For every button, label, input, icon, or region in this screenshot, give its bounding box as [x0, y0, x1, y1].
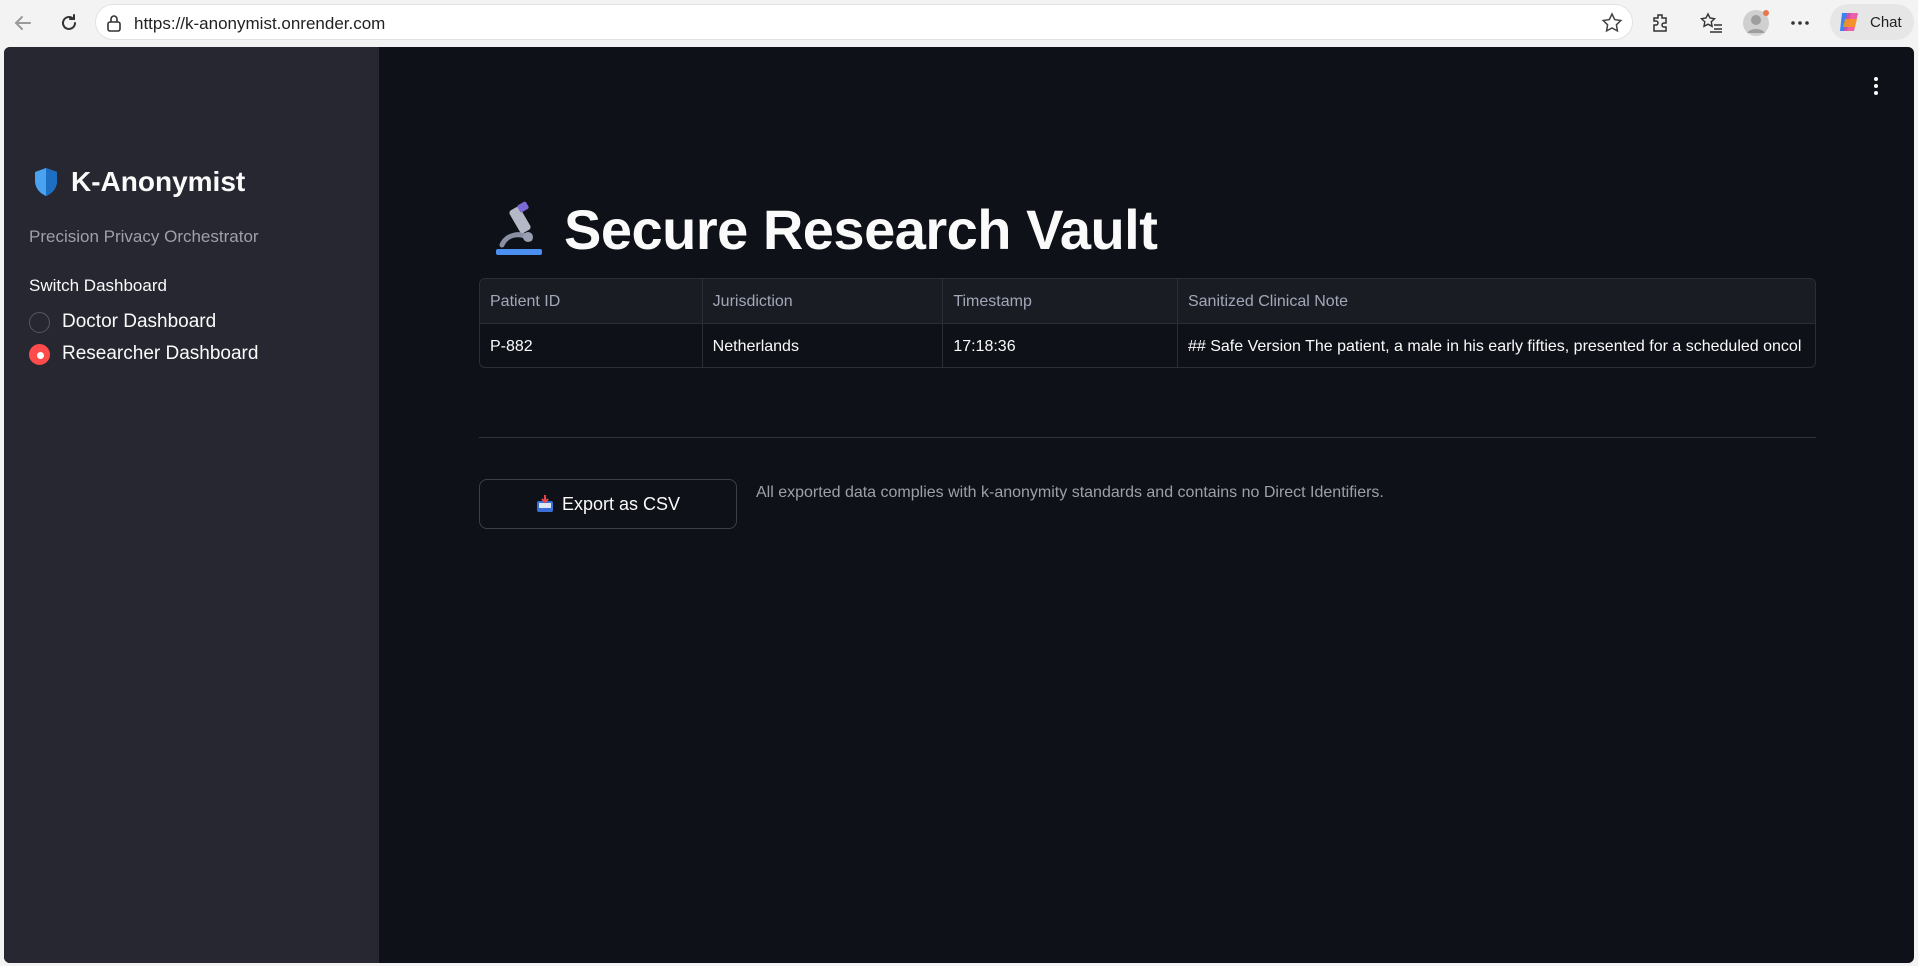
table-cell[interactable]: ## Safe Version The patient, a male in h…: [1178, 324, 1815, 367]
radio-researcher-dashboard[interactable]: Researcher Dashboard: [29, 343, 258, 365]
main-menu-button[interactable]: [1866, 73, 1886, 99]
favorites-list-icon: [1700, 12, 1722, 33]
kebab-dot: [1874, 84, 1878, 88]
radio-unchecked[interactable]: [29, 311, 50, 333]
reload-icon: [62, 14, 76, 30]
data-table[interactable]: Patient ID Jurisdiction Timestamp Saniti…: [479, 278, 1816, 368]
shield-icon: [35, 168, 57, 196]
column-header[interactable]: Patient ID: [480, 279, 703, 324]
avatar-icon: [1743, 10, 1769, 36]
radio-doctor-dashboard[interactable]: Doctor Dashboard: [29, 311, 216, 333]
table-row[interactable]: P-882 Netherlands 17:18:36 ## Safe Versi…: [480, 324, 1815, 367]
extensions-button[interactable]: [1646, 8, 1676, 38]
page-header: Secure Research Vault: [488, 197, 1158, 262]
brand-subtitle: Precision Privacy Orchestrator: [29, 227, 259, 246]
radio-label[interactable]: Researcher Dashboard: [62, 343, 258, 365]
brand-title: K-Anonymist: [71, 166, 246, 197]
favorite-star-icon[interactable]: [1600, 11, 1624, 35]
sidebar: K-Anonymist Precision Privacy Orchestrat…: [4, 47, 379, 963]
microscope-icon: [496, 201, 542, 255]
column-header[interactable]: Sanitized Clinical Note: [1178, 279, 1815, 324]
kebab-dot: [1874, 77, 1878, 81]
export-button-label: Export as CSV: [561, 493, 681, 514]
divider: [479, 437, 1816, 438]
ellipsis-icon: [1791, 21, 1809, 25]
app-window: K-Anonymist Precision Privacy Orchestrat…: [4, 47, 1914, 963]
table-cell[interactable]: Netherlands: [703, 324, 944, 367]
copilot-chat-button[interactable]: Chat: [1830, 4, 1914, 40]
back-button[interactable]: [8, 8, 38, 38]
switch-dashboard-label: Switch Dashboard: [29, 276, 167, 295]
browser-toolbar: https://k-anonymist.onrender.com Chat: [0, 0, 1918, 46]
arrow-left-icon: [14, 16, 31, 30]
more-options-button[interactable]: [1785, 8, 1815, 38]
lock-icon: [107, 15, 121, 32]
page-title: Secure Research Vault: [564, 198, 1158, 261]
table-cell[interactable]: P-882: [480, 324, 703, 367]
reload-button[interactable]: [54, 8, 84, 38]
brand: K-Anonymist: [33, 166, 245, 198]
address-bar[interactable]: https://k-anonymist.onrender.com: [95, 4, 1633, 40]
url-text[interactable]: https://k-anonymist.onrender.com: [134, 14, 385, 34]
export-note: All exported data complies with k-anonym…: [756, 484, 1384, 501]
favorites-button[interactable]: [1697, 8, 1727, 38]
copilot-icon: [1840, 13, 1858, 31]
chat-label: Chat: [1870, 13, 1902, 31]
inbox-tray-icon: [536, 495, 553, 512]
radio-label[interactable]: Doctor Dashboard: [62, 311, 216, 333]
table-cell[interactable]: 17:18:36: [943, 324, 1178, 367]
kebab-dot: [1874, 91, 1878, 95]
profile-button[interactable]: [1741, 8, 1771, 38]
column-header[interactable]: Timestamp: [943, 279, 1178, 324]
table-header: Patient ID Jurisdiction Timestamp Saniti…: [480, 279, 1815, 324]
export-csv-button[interactable]: Export as CSV: [479, 479, 737, 529]
radio-checked[interactable]: [29, 343, 50, 365]
puzzle-icon: [1653, 14, 1667, 32]
column-header[interactable]: Jurisdiction: [703, 279, 944, 324]
